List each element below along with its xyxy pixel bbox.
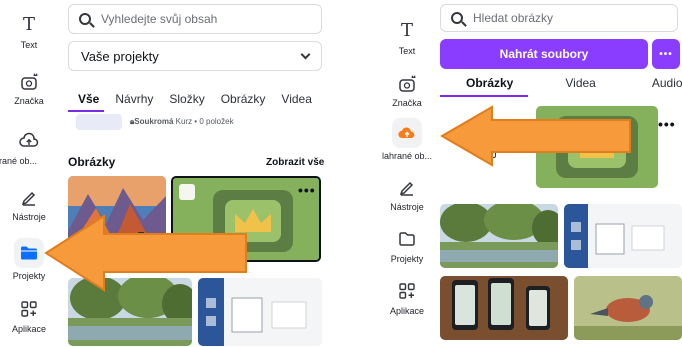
image-thumb-word-doc[interactable] (564, 204, 682, 268)
search-placeholder: Vyhledejte svůj obsah (101, 12, 218, 26)
sidebar-rail: T Text Značka lhrané ob... Nástroje Pr (0, 0, 58, 347)
sidebar-item-label: Text (398, 46, 416, 56)
sidebar-item-label: Text (20, 40, 38, 50)
sidebar-item-label: Aplikace (389, 306, 425, 316)
image-thumb-phones[interactable] (440, 276, 568, 340)
tab-folders[interactable]: Složky (169, 92, 204, 106)
sidebar-item-uploads[interactable]: lhrané ob... (0, 130, 58, 166)
sidebar-item-label: Projekty (390, 254, 424, 264)
upload-more-button[interactable]: ••• (652, 39, 680, 69)
cloud-upload-icon (392, 118, 422, 148)
cloud-upload-icon (18, 130, 40, 152)
tab-designs[interactable]: Návrhy (115, 92, 153, 106)
upload-files-button[interactable]: Nahrát soubory (440, 39, 648, 69)
sidebar-item-apps[interactable]: Aplikace (378, 280, 436, 316)
sidebar-item-apps[interactable]: Aplikace (0, 298, 58, 334)
sidebar-item-label: Nástroje (390, 202, 424, 212)
tab-videos[interactable]: Videa (565, 76, 595, 90)
folder-meta-text: Kurz • 0 položek (175, 117, 234, 126)
project-tabs: Vše Návrhy Složky Obrázky Videa (78, 92, 328, 106)
tab-images[interactable]: Obrázky (221, 92, 266, 106)
media-tabs: Obrázky Videa Audio (466, 76, 682, 90)
image-thumb-park-pond[interactable] (440, 204, 558, 268)
projects-select[interactable]: Vaše projekty (68, 41, 322, 71)
more-options-icon[interactable]: ••• (658, 116, 676, 132)
tab-audio[interactable]: Audio (652, 76, 682, 90)
sidebar-item-brand[interactable]: Značka (378, 72, 436, 108)
active-tab-indicator (440, 95, 528, 97)
search-icon (79, 13, 91, 25)
orange-pointer-arrow (44, 214, 247, 292)
sidebar-rail: T Text Značka lahrané ob... Nástroje Pro… (378, 0, 436, 347)
sidebar-item-label: Značka (392, 98, 422, 108)
projects-select-value: Vaše projekty (81, 48, 159, 64)
sidebar-item-projects[interactable]: Projekty (378, 228, 436, 264)
pen-tool-icon (18, 186, 40, 208)
sidebar-item-tools[interactable]: Nástroje (378, 176, 436, 212)
active-tab-indicator (68, 110, 104, 112)
crown-brand-icon (18, 70, 40, 92)
sidebar-item-brand[interactable]: Značka (0, 70, 58, 106)
tab-all[interactable]: Vše (78, 92, 99, 106)
folder-thumbnail[interactable] (76, 114, 122, 130)
search-input[interactable]: Vyhledejte svůj obsah (68, 4, 322, 34)
sidebar-item-text[interactable]: T Text (378, 20, 436, 56)
search-placeholder: Hledat obrázky (473, 11, 554, 25)
apps-icon (396, 280, 418, 302)
left-screenshot-panel: T Text Značka lhrané ob... Nástroje Pr (0, 0, 330, 347)
sidebar-item-text[interactable]: T Text (0, 14, 58, 50)
text-icon: T (22, 14, 35, 35)
folder-meta: 🔒︎Soukromá Kurz • 0 položek (130, 117, 234, 127)
images-section-title: Obrázky (68, 155, 116, 169)
privacy-badge: Soukromá (134, 117, 174, 126)
text-icon: T (400, 20, 413, 41)
folder-icon (396, 228, 418, 250)
search-icon (451, 12, 463, 24)
chevron-down-icon (300, 49, 311, 59)
orange-pointer-arrow (440, 105, 631, 167)
sidebar-item-label: lahrané ob... (381, 151, 433, 161)
search-input[interactable]: Hledat obrázky (440, 4, 678, 32)
see-all-link[interactable]: Zobrazit vše (266, 157, 324, 168)
more-options-icon[interactable]: ••• (298, 182, 316, 198)
tab-images[interactable]: Obrázky (466, 76, 513, 90)
crown-brand-icon (396, 72, 418, 94)
sidebar-item-uploads[interactable]: lahrané ob... (378, 118, 436, 161)
pen-tool-icon (396, 176, 418, 198)
tab-videos[interactable]: Videa (281, 92, 311, 106)
apps-icon (18, 298, 40, 320)
sidebar-item-label: lhrané ob... (0, 156, 38, 166)
sidebar-item-label: Značka (14, 96, 44, 106)
image-thumb-bird[interactable] (574, 276, 682, 340)
right-screenshot-panel: T Text Značka lahrané ob... Nástroje Pro… (378, 0, 682, 347)
sidebar-item-label: Aplikace (11, 324, 47, 334)
